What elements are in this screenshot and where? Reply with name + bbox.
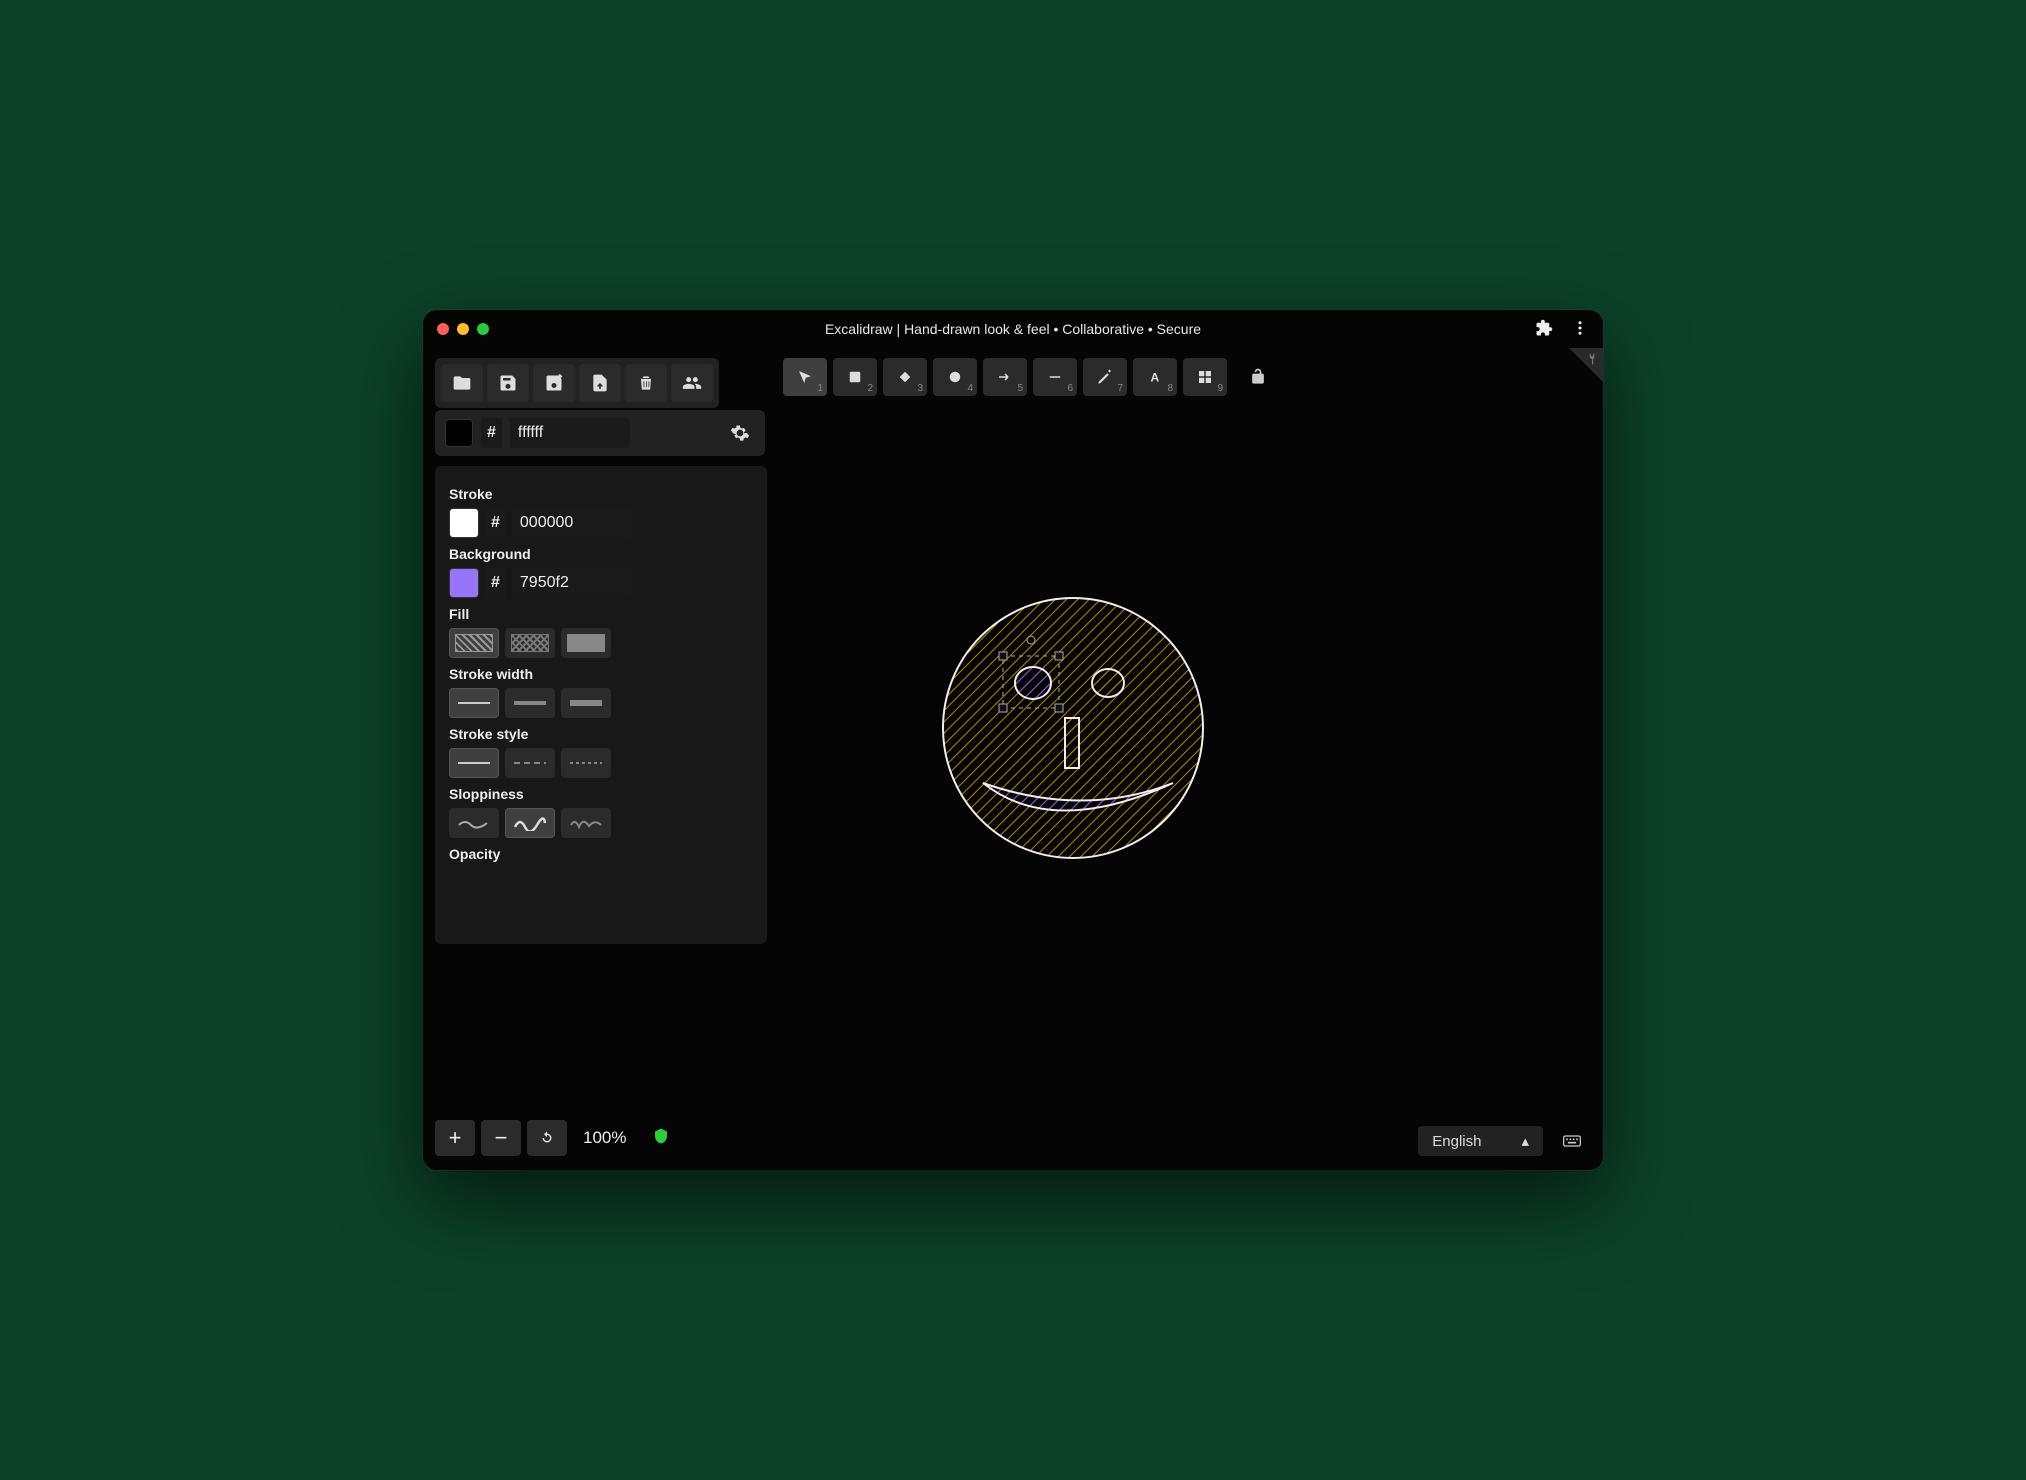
file-actions-bar	[435, 358, 719, 408]
diamond-tool[interactable]: 3	[883, 358, 927, 396]
opacity-label: Opacity	[449, 846, 753, 862]
minimize-window-button[interactable]	[457, 323, 469, 335]
svg-text:A: A	[1151, 371, 1160, 385]
draw-tool[interactable]: 7	[1083, 358, 1127, 396]
settings-gear-icon[interactable]	[725, 418, 755, 448]
rectangle-tool[interactable]: 2	[833, 358, 877, 396]
canvas-bg-hex-input[interactable]	[510, 418, 630, 448]
clear-canvas-button[interactable]	[625, 364, 667, 402]
shape-toolbar: 1 2 3 4 5 6 7 A8 9	[783, 358, 1273, 396]
more-menu-icon[interactable]	[1571, 319, 1589, 340]
traffic-lights	[437, 323, 489, 335]
sloppiness-label: Sloppiness	[449, 786, 753, 802]
stroke-swatch[interactable]	[449, 508, 479, 538]
save-file-button[interactable]	[487, 364, 529, 402]
sloppiness-artist[interactable]	[505, 808, 555, 838]
zoom-controls: + − 100%	[435, 1120, 670, 1156]
properties-panel: Stroke # Background # Fill Stroke width	[435, 466, 767, 944]
encryption-shield-icon[interactable]	[652, 1127, 670, 1150]
canvas-bg-swatch[interactable]	[445, 419, 473, 447]
stroke-width-label: Stroke width	[449, 666, 753, 682]
sloppiness-architect[interactable]	[449, 808, 499, 838]
stroke-style-dashed[interactable]	[505, 748, 555, 778]
open-file-button[interactable]	[441, 364, 483, 402]
lock-tool-toggle[interactable]	[1243, 358, 1273, 396]
stroke-style-solid[interactable]	[449, 748, 499, 778]
sloppiness-cartoonist[interactable]	[561, 808, 611, 838]
keyboard-shortcuts-icon[interactable]	[1555, 1126, 1589, 1156]
background-label: Background	[449, 546, 753, 562]
chevron-up-icon: ▴	[1521, 1132, 1529, 1150]
zoom-in-button[interactable]: +	[435, 1120, 475, 1156]
language-label: English	[1432, 1133, 1481, 1150]
zoom-reset-button[interactable]	[527, 1120, 567, 1156]
fill-hachure[interactable]	[449, 628, 499, 658]
fill-solid[interactable]	[561, 628, 611, 658]
fill-label: Fill	[449, 606, 753, 622]
stroke-label: Stroke	[449, 486, 753, 502]
stroke-style-dotted[interactable]	[561, 748, 611, 778]
close-window-button[interactable]	[437, 323, 449, 335]
hash-label: #	[485, 508, 506, 538]
window-title: Excalidraw | Hand-drawn look & feel • Co…	[825, 321, 1201, 337]
fill-cross[interactable]	[505, 628, 555, 658]
ellipse-tool[interactable]: 4	[933, 358, 977, 396]
bottom-right-controls: English ▴	[1418, 1126, 1589, 1156]
export-button[interactable]	[579, 364, 621, 402]
stroke-medium[interactable]	[505, 688, 555, 718]
app-body: # 1 2 3 4 5 6 7 A8 9 Stroke # Background	[423, 348, 1603, 1170]
library-tool[interactable]: 9	[1183, 358, 1227, 396]
selection-tool[interactable]: 1	[783, 358, 827, 396]
stroke-hex-input[interactable]	[512, 508, 632, 538]
stroke-thin[interactable]	[449, 688, 499, 718]
app-window: Excalidraw | Hand-drawn look & feel • Co…	[423, 310, 1603, 1170]
line-tool[interactable]: 6	[1033, 358, 1077, 396]
maximize-window-button[interactable]	[477, 323, 489, 335]
stroke-thick[interactable]	[561, 688, 611, 718]
hash-label: #	[481, 418, 502, 448]
text-tool[interactable]: A8	[1133, 358, 1177, 396]
canvas-background-row: #	[435, 410, 765, 456]
background-hex-input[interactable]	[512, 568, 632, 598]
background-swatch[interactable]	[449, 568, 479, 598]
language-select[interactable]: English ▴	[1418, 1126, 1543, 1156]
titlebar: Excalidraw | Hand-drawn look & feel • Co…	[423, 310, 1603, 348]
extension-icon[interactable]	[1535, 319, 1553, 340]
save-as-button[interactable]	[533, 364, 575, 402]
zoom-value[interactable]: 100%	[573, 1120, 636, 1156]
collaborate-button[interactable]	[671, 364, 713, 402]
stroke-style-label: Stroke style	[449, 726, 753, 742]
arrow-tool[interactable]: 5	[983, 358, 1027, 396]
hash-label: #	[485, 568, 506, 598]
zoom-out-button[interactable]: −	[481, 1120, 521, 1156]
